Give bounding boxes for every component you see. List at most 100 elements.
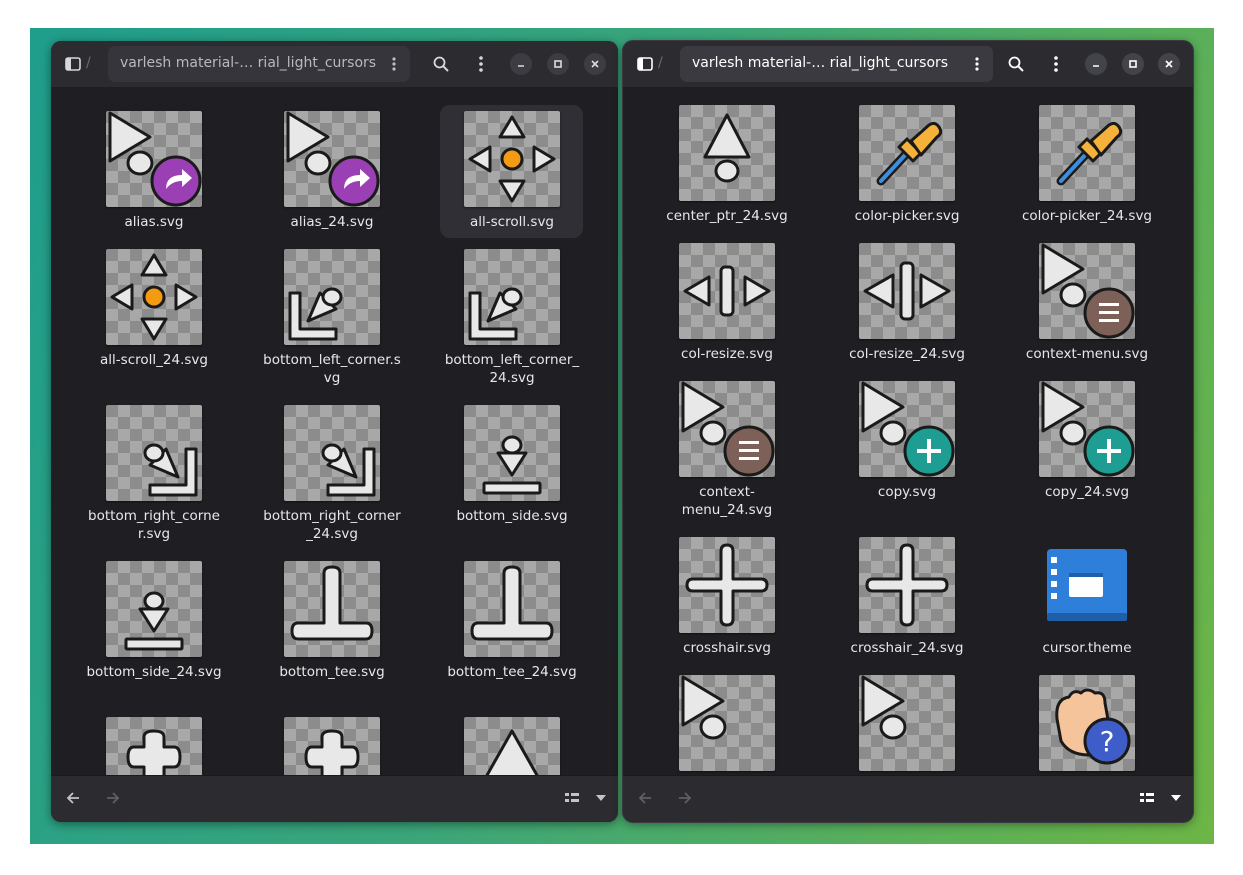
file-thumbnail	[106, 717, 202, 776]
file-thumbnail	[284, 405, 380, 501]
headerbar: / varlesh material-… rial_light_cursors	[623, 41, 1193, 87]
center-pointer-cursor-icon	[484, 729, 540, 776]
color-picker-icon	[1056, 121, 1123, 186]
file-thumbnail	[284, 717, 380, 776]
alias-cursor-icon	[286, 111, 380, 207]
default-pointer-cursor-icon	[861, 675, 907, 740]
col-resize-cursor-icon	[683, 265, 771, 317]
main-menu-icon[interactable]	[1046, 54, 1066, 74]
headerbar: / varlesh material-… rial_light_cursors	[51, 41, 618, 87]
file-thumbnail	[859, 537, 955, 633]
center-pointer-cursor-icon	[703, 113, 751, 183]
maximize-icon	[554, 60, 562, 68]
path-bar[interactable]: / varlesh material-… rial_light_cursors	[658, 46, 993, 82]
file-name: col-resize.svg	[681, 346, 773, 362]
file-thumbnail	[1039, 105, 1135, 201]
maximize-button[interactable]	[1122, 53, 1144, 75]
file-grid: center_ptr_24.svg color-picker.svg color…	[623, 87, 1193, 776]
file-name: alias_24.svg	[290, 214, 374, 230]
view-options-chevron-down-icon[interactable]	[591, 788, 611, 808]
file-thumbnail	[859, 105, 955, 201]
file-name: copy.svg	[877, 484, 937, 500]
path-separator: /	[86, 55, 91, 71]
file-name: copy_24.svg	[1044, 484, 1130, 500]
file-manager-window-right: / varlesh material-… rial_light_cursors	[622, 40, 1194, 823]
back-arrow-icon[interactable]	[63, 788, 83, 808]
sidebar-toggle-icon[interactable]	[635, 54, 655, 74]
forward-arrow-icon[interactable]	[103, 788, 123, 808]
file-name: all-scroll.svg	[470, 214, 554, 230]
file-thumbnail	[106, 405, 202, 501]
bottom-right-corner-cursor-icon	[321, 443, 376, 497]
close-button[interactable]	[584, 53, 606, 75]
search-icon[interactable]	[431, 54, 451, 74]
file-thumbnail	[1039, 381, 1135, 477]
file-name: bottom_right_corner_24.svg	[263, 508, 401, 542]
color-picker-icon	[876, 121, 943, 186]
file-thumbnail	[679, 381, 775, 477]
search-icon[interactable]	[1006, 54, 1026, 74]
file-name: bottom_side_24.svg	[86, 664, 222, 680]
close-icon	[1165, 60, 1173, 68]
file-thumbnail	[284, 111, 380, 207]
path-label: varlesh material-… rial_light_cursors	[120, 55, 377, 71]
copy-cursor-icon	[861, 381, 955, 477]
file-name: all-scroll_24.svg	[100, 352, 208, 368]
file-name: crosshair.svg	[683, 640, 771, 656]
file-name: bottom_left_corner_24.svg	[444, 352, 580, 386]
file-thumbnail	[464, 405, 560, 501]
bottom-left-corner-cursor-icon	[468, 287, 523, 341]
path-menu-icon[interactable]	[969, 52, 985, 76]
file-thumbnail	[1039, 243, 1135, 339]
sidebar-toggle-icon[interactable]	[63, 54, 83, 74]
file-thumbnail	[106, 111, 202, 207]
file-thumbnail	[284, 561, 380, 657]
view-mode-icon[interactable]	[562, 788, 582, 808]
default-pointer-cursor-icon	[681, 675, 727, 740]
bottom-left-corner-cursor-icon	[288, 287, 343, 341]
context-menu-cursor-icon	[681, 381, 775, 477]
bottom-right-corner-cursor-icon	[143, 443, 198, 497]
maximize-button[interactable]	[547, 53, 569, 75]
file-thumbnail	[284, 249, 380, 345]
svg-text:?: ?	[1100, 725, 1115, 758]
all-scroll-cursor-icon	[468, 115, 556, 203]
file-name: context-menu.svg	[1025, 346, 1149, 362]
path-menu-icon[interactable]	[386, 52, 402, 76]
file-name: crosshair_24.svg	[850, 640, 964, 656]
minimize-icon	[518, 65, 524, 67]
help-hand-cursor-icon: ?	[1055, 688, 1131, 765]
copy-cursor-icon	[1041, 381, 1135, 477]
text-document-icon	[1047, 549, 1127, 621]
maximize-icon	[1129, 60, 1137, 68]
bottom-bar	[51, 775, 618, 822]
minimize-button[interactable]	[1085, 53, 1107, 75]
minimize-button[interactable]	[510, 53, 532, 75]
file-thumbnail	[1047, 549, 1127, 621]
cross-cursor-icon	[126, 729, 182, 776]
main-menu-icon[interactable]	[471, 54, 491, 74]
file-thumbnail	[859, 675, 955, 771]
view-options-chevron-down-icon[interactable]	[1166, 788, 1186, 808]
file-thumbnail	[464, 111, 560, 207]
file-name: col-resize_24.svg	[849, 346, 965, 362]
path-bar[interactable]: / varlesh material-… rial_light_cursors	[86, 46, 410, 82]
back-arrow-icon[interactable]	[635, 788, 655, 808]
file-name: color-picker_24.svg	[1022, 208, 1152, 224]
file-name: center_ptr_24.svg	[666, 208, 788, 224]
context-menu-cursor-icon	[1041, 243, 1135, 339]
file-name: context-menu_24.svg	[681, 484, 773, 518]
file-thumbnail	[679, 537, 775, 633]
file-thumbnail	[106, 249, 202, 345]
path-separator: /	[658, 55, 663, 71]
close-button[interactable]	[1158, 53, 1180, 75]
forward-arrow-icon[interactable]	[675, 788, 695, 808]
file-name: bottom_side.svg	[456, 508, 568, 524]
file-name: bottom_left_corner.svg	[263, 352, 401, 386]
close-icon	[591, 60, 599, 68]
bottom-tee-cursor-icon	[290, 565, 374, 641]
file-thumbnail	[464, 249, 560, 345]
all-scroll-cursor-icon	[110, 253, 198, 341]
bottom-bar	[623, 775, 1193, 822]
view-mode-icon[interactable]	[1137, 788, 1157, 808]
